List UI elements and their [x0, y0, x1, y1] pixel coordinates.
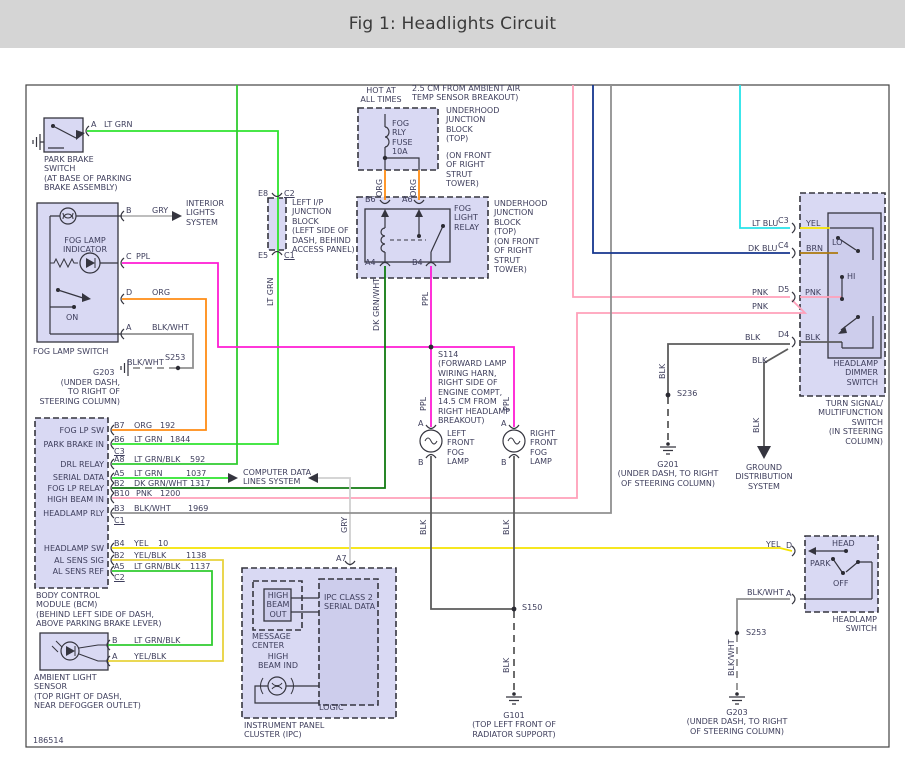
- wiring-diagram: [25, 84, 890, 748]
- wire-blk-d4-s236: [667, 343, 790, 393]
- wire-blk-wht-fog-sw: [122, 333, 194, 369]
- right-fog-lamp-filament: [507, 437, 521, 445]
- s253a-splice-dot: [175, 365, 181, 371]
- wire-ppl-main: [122, 262, 515, 427]
- computer-data-arrow-right: [228, 473, 238, 483]
- title-bar: Fig 1: Headlights Circuit: [0, 0, 905, 48]
- wire-gry-ipc-data: [318, 477, 351, 566]
- component-boxes: [34, 107, 886, 719]
- high-beam-out-box: [263, 588, 292, 622]
- computer-data-arrow-left: [308, 473, 318, 483]
- g201-dot: [666, 442, 670, 446]
- hls-off-dot: [841, 571, 845, 575]
- dimmer-hi-dot-bottom: [840, 297, 844, 301]
- wire-blk-lamp-left: [430, 456, 514, 610]
- s236-splice-dot: [665, 392, 671, 398]
- g101-dot: [512, 692, 516, 696]
- interior-lights-arrow: [172, 211, 182, 221]
- g203b-dot: [735, 692, 739, 696]
- wire-blk-wht-headlamp-sw: [736, 598, 790, 633]
- wires: [87, 85, 842, 694]
- wire-lt-grn-blk-al-sens-ref: [108, 570, 213, 646]
- park-brake-ground-icon: [32, 134, 44, 150]
- wire-org-fog-lp-sw: [112, 298, 207, 431]
- wire-lt-blu: [739, 85, 790, 229]
- wire-pnk-high-beam-in: [112, 299, 808, 499]
- page-title: Fig 1: Headlights Circuit: [348, 14, 557, 34]
- s253b-splice-dot: [734, 630, 740, 636]
- dimmer-lo-contact-dot: [856, 249, 860, 253]
- fog-switch-on-dot: [72, 305, 76, 309]
- diagram-border: [25, 84, 890, 748]
- hls-right-dot: [856, 560, 860, 564]
- connector-fog-switch: [120, 210, 125, 340]
- g101-ground-icon: [506, 696, 522, 705]
- hls-park-dot: [831, 557, 835, 561]
- connector-bcm: [110, 424, 115, 577]
- left-fog-lamp-filament: [424, 437, 438, 445]
- hls-head-dot: [844, 549, 848, 553]
- connector-fog-lamps: [425, 424, 520, 459]
- relay-contact-dot: [417, 234, 421, 238]
- relay-lever-dot: [441, 224, 445, 228]
- wire-blk-ground-dist: [763, 348, 789, 446]
- ground-distribution-arrow: [757, 446, 771, 459]
- wire-yel-headlamp-sw: [112, 547, 793, 552]
- s150-splice-dot: [511, 606, 517, 612]
- bcm-box: [34, 417, 109, 589]
- underhood-jb-fuse-box: [357, 107, 439, 171]
- g203a-ground-icon: [120, 360, 129, 376]
- wire-pnk-top: [572, 85, 790, 298]
- ipc-logic-box: [318, 578, 379, 706]
- dimmer-hi-dot-top: [840, 275, 844, 279]
- g201-ground-icon: [660, 446, 676, 455]
- fuse-branch-dot: [382, 155, 388, 161]
- s114-splice-dot: [428, 344, 434, 350]
- diagram-stage: A LT GRN PARK BRAKE SWITCH (AT BASE OF PAR…: [0, 0, 905, 774]
- connector-right-switches: [791, 222, 796, 605]
- left-ip-junction-block-box: [267, 197, 287, 251]
- g203b-ground-icon: [729, 696, 745, 705]
- fog-lamp-switch-box: [36, 202, 119, 343]
